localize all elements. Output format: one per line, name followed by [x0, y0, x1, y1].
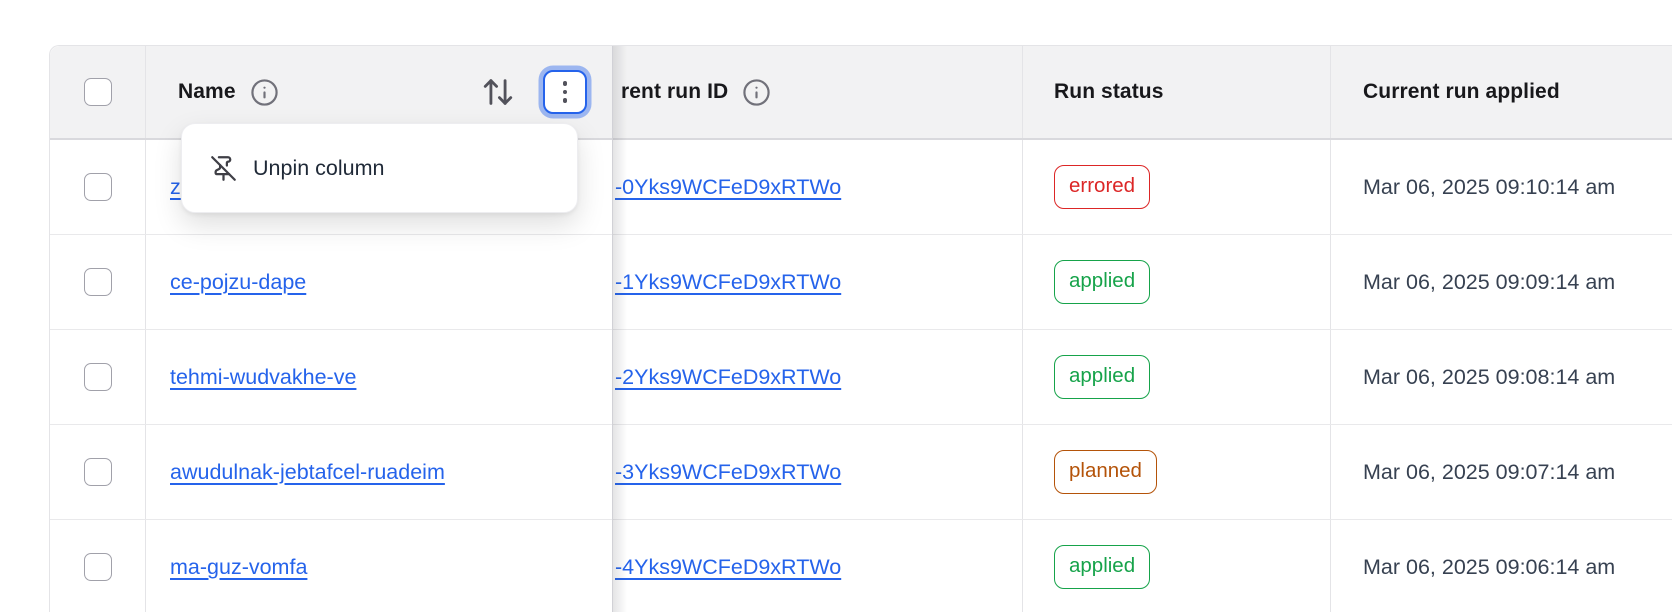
table-row: tehmi-wudvakhe-ve -2Yks9WCFeD9xRTWo appl… — [50, 330, 1672, 425]
run-id-link[interactable]: -4Yks9WCFeD9xRTWo — [615, 555, 841, 580]
current-run-applied-timestamp: Mar 06, 2025 09:10:14 am — [1363, 175, 1615, 200]
row-checkbox[interactable] — [84, 268, 112, 296]
column-menu-button[interactable] — [543, 70, 587, 114]
run-status-badge: applied — [1054, 355, 1150, 399]
column-menu-dropdown: Unpin column — [181, 123, 578, 213]
header-run-id-cell: rent run ID — [613, 46, 1023, 138]
sort-column-button[interactable] — [481, 75, 515, 109]
run-status-badge: errored — [1054, 165, 1150, 209]
current-run-applied-timestamp: Mar 06, 2025 09:07:14 am — [1363, 460, 1615, 485]
header-select-cell — [50, 46, 146, 138]
table-row: ma-guz-vomfa -4Yks9WCFeD9xRTWo applied M… — [50, 520, 1672, 612]
select-all-checkbox[interactable] — [84, 78, 112, 106]
pin-off-icon — [210, 155, 237, 182]
run-id-link[interactable]: -1Yks9WCFeD9xRTWo — [615, 270, 841, 295]
info-icon[interactable] — [250, 78, 279, 107]
table-row: ce-pojzu-dape -1Yks9WCFeD9xRTWo applied … — [50, 235, 1672, 330]
row-checkbox[interactable] — [84, 173, 112, 201]
arrow-up-down-icon — [481, 75, 515, 109]
kebab-dot — [563, 81, 568, 86]
column-header-name: Name — [178, 80, 236, 104]
header-current-run-applied-cell: Current run applied — [1331, 46, 1672, 138]
row-checkbox[interactable] — [84, 553, 112, 581]
column-header-current-run-id: rent run ID — [621, 80, 728, 104]
run-id-link[interactable]: -0Yks9WCFeD9xRTWo — [615, 175, 841, 200]
current-run-applied-timestamp: Mar 06, 2025 09:06:14 am — [1363, 555, 1615, 580]
name-link[interactable]: awudulnak-jebtafcel-ruadeim — [170, 460, 445, 485]
name-link[interactable]: tehmi-wudvakhe-ve — [170, 365, 356, 390]
header-run-status-cell: Run status — [1023, 46, 1331, 138]
menu-item-label: Unpin column — [253, 156, 384, 181]
name-link[interactable]: ce-pojzu-dape — [170, 270, 306, 295]
row-checkbox[interactable] — [84, 363, 112, 391]
run-status-badge: applied — [1054, 545, 1150, 589]
run-id-link[interactable]: -2Yks9WCFeD9xRTWo — [615, 365, 841, 390]
run-status-badge: planned — [1054, 450, 1157, 494]
current-run-applied-timestamp: Mar 06, 2025 09:08:14 am — [1363, 365, 1615, 390]
kebab-dot — [563, 90, 568, 95]
table-row: awudulnak-jebtafcel-ruadeim -3Yks9WCFeD9… — [50, 425, 1672, 520]
info-icon[interactable] — [742, 78, 771, 107]
run-id-link[interactable]: -3Yks9WCFeD9xRTWo — [615, 460, 841, 485]
current-run-applied-timestamp: Mar 06, 2025 09:09:14 am — [1363, 270, 1615, 295]
column-header-current-run-applied: Current run applied — [1363, 80, 1560, 104]
run-status-badge: applied — [1054, 260, 1150, 304]
row-checkbox[interactable] — [84, 458, 112, 486]
kebab-dot — [563, 98, 568, 103]
name-link[interactable]: z — [170, 175, 181, 200]
column-header-run-status: Run status — [1054, 80, 1164, 104]
name-link[interactable]: ma-guz-vomfa — [170, 555, 307, 580]
menu-item-unpin-column[interactable]: Unpin column — [182, 124, 577, 212]
